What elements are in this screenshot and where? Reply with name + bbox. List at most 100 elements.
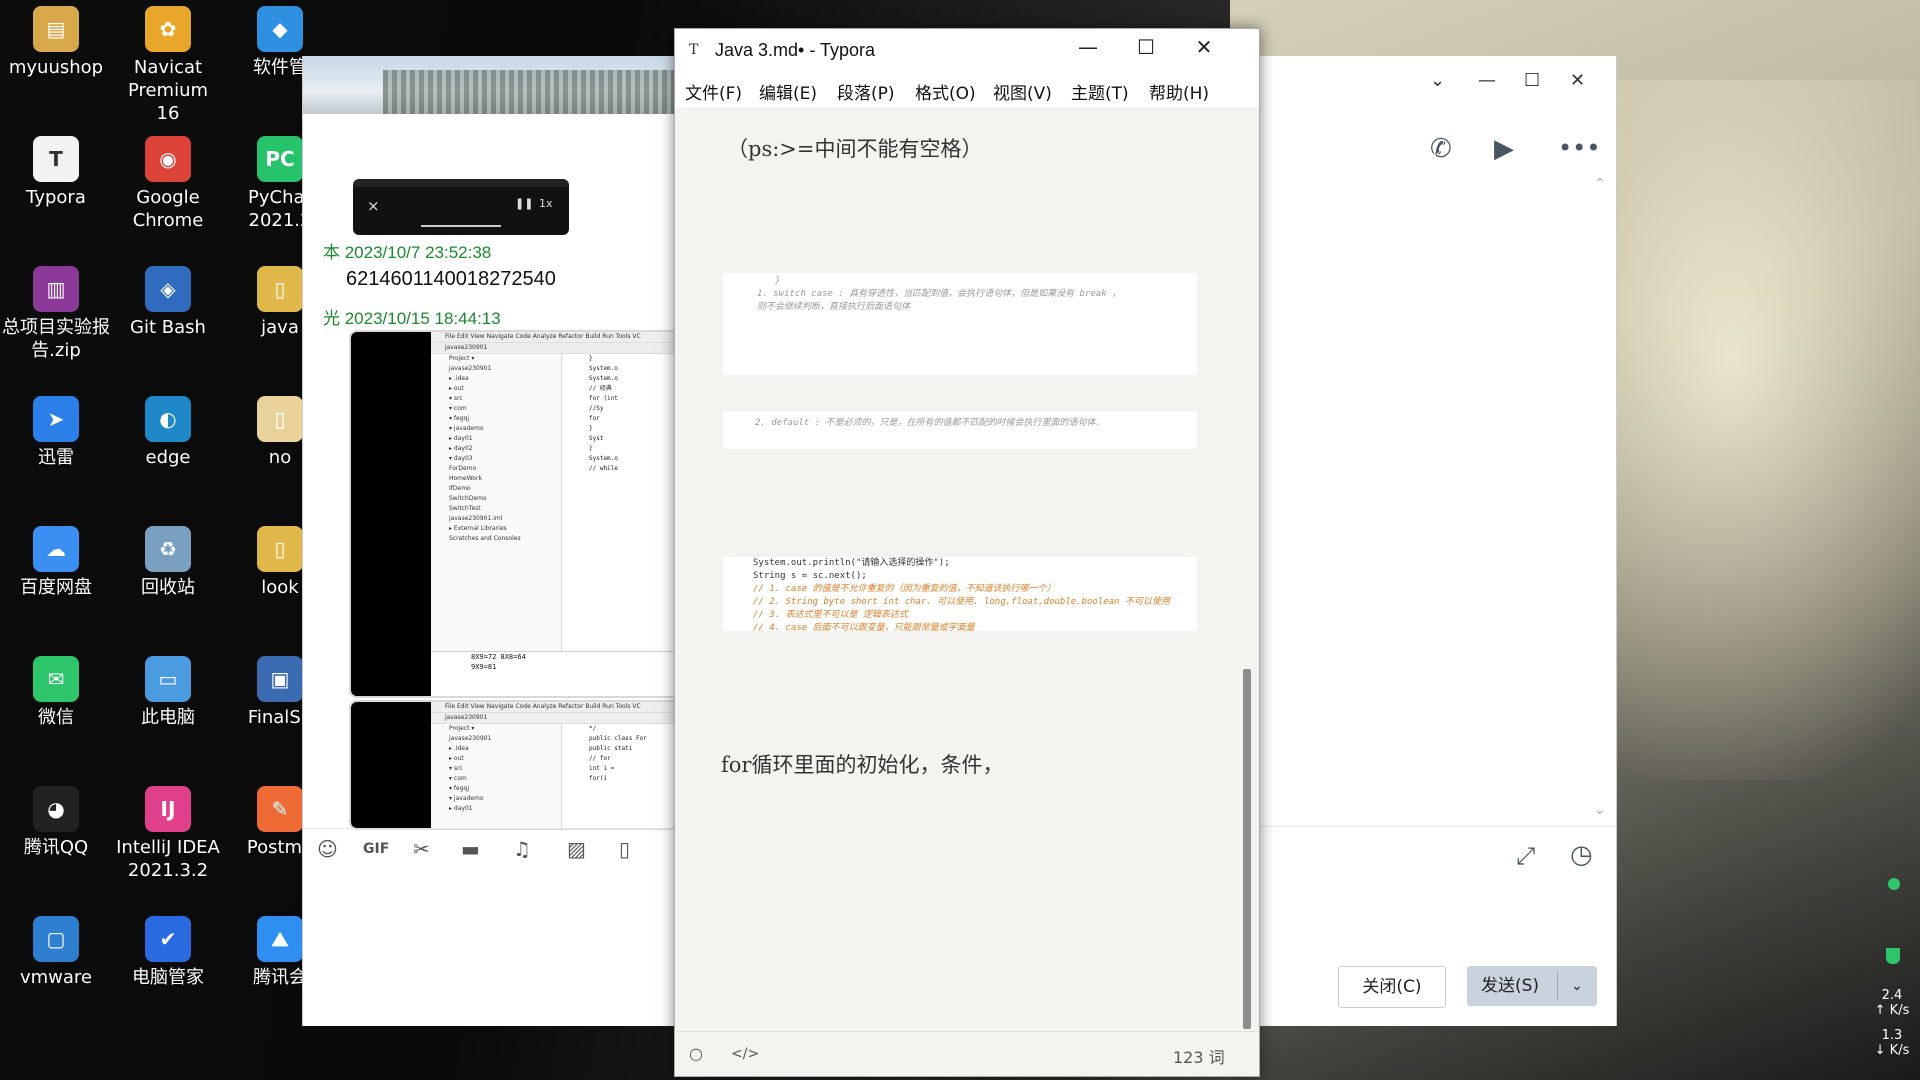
desktop-icon[interactable]: ✔ 电脑管家 — [114, 910, 222, 989]
typora-menu-item[interactable]: 视图(V) — [993, 79, 1052, 104]
line: ▸ day01 — [449, 805, 473, 812]
typora-minimize-icon[interactable]: — — [1063, 35, 1113, 59]
scroll-up-icon[interactable]: ⌃ — [1594, 176, 1606, 192]
typora-menu-item[interactable]: 文件(F) — [685, 79, 742, 104]
typora-document[interactable]: （ps:>=中间不能有空格） } 1. switch case : 具有穿透性，当… — [675, 107, 1245, 1057]
typora-statusbar: ○ </> 123 词 — [675, 1031, 1259, 1076]
close-icon[interactable]: ✕ — [1570, 70, 1585, 91]
image-icon[interactable]: ▨ — [567, 837, 586, 861]
line: // for — [589, 755, 611, 762]
typora-scrollbar[interactable] — [1243, 669, 1251, 1029]
source-mode-icon[interactable]: </> — [731, 1046, 759, 1062]
desktop-icon-label: IntelliJ IDEA 2021.3.2 — [116, 837, 220, 881]
chat-toolbar: ☺ GIF ✂ ▬ ♫ ▨ ▯ — [303, 828, 675, 869]
line: ▾ fegqj — [449, 415, 470, 422]
line: for — [589, 415, 600, 422]
screen-record-icon[interactable]: ▯ — [619, 837, 630, 861]
app-icon: ▥ — [33, 266, 79, 312]
doc-image-snip-3[interactable]: System.out.println("请输入选择的操作"); String s … — [723, 557, 1197, 633]
scroll-down-icon[interactable]: ⌄ — [1594, 802, 1606, 818]
desktop-icon[interactable]: ◐ edge — [114, 390, 222, 469]
line: 1. switch case : 具有穿透性，当匹配到值，会执行语句体，但是如果… — [757, 289, 1122, 299]
net-up-value: 2.4 — [1881, 988, 1903, 1003]
minimize-icon[interactable]: — — [1478, 70, 1496, 91]
maximize-icon[interactable]: ☐ — [1524, 70, 1540, 91]
desktop-icon[interactable]: ◉ Google Chrome — [114, 130, 222, 232]
ide2-code: */ public class For public stati // for i… — [563, 724, 677, 828]
expand-icon[interactable]: ⤢ — [1516, 842, 1535, 870]
speed-label[interactable]: 1x — [539, 197, 553, 210]
doc-paragraph-2: for循环里面的初始化，条件， — [721, 753, 1004, 777]
desktop-icon[interactable]: ◕ 腾讯QQ — [2, 780, 110, 859]
desktop-icon[interactable]: IJ IntelliJ IDEA 2021.3.2 — [114, 780, 222, 882]
line: ▸ .idea — [449, 375, 469, 382]
typora-menu-item[interactable]: 编辑(E) — [759, 79, 817, 104]
shield-icon — [1886, 948, 1900, 964]
pause-icon[interactable]: ❚❚ — [515, 197, 533, 210]
typora-maximize-icon[interactable]: ☐ — [1121, 35, 1171, 59]
doc-image-snip-2[interactable]: 2. default : 不是必须的，只是，在所有的值都不匹配的时候会执行里面的… — [723, 411, 1197, 449]
emoji-icon[interactable]: ☺ — [317, 837, 338, 861]
desktop-icon[interactable]: ☁ 百度网盘 — [2, 520, 110, 599]
music-icon[interactable]: ♫ — [513, 837, 531, 861]
chevron-down-icon[interactable]: ⌄ — [1430, 70, 1445, 91]
desktop-icon-label: 微信 — [38, 707, 74, 728]
desktop-icon[interactable]: ✉ 微信 — [2, 650, 110, 729]
line: String s = sc.next(); — [753, 571, 867, 581]
voice-call-icon[interactable]: ✆ — [1430, 134, 1452, 164]
typora-close-icon[interactable]: ✕ — [1179, 35, 1229, 59]
desktop-icon[interactable]: ♻ 回收站 — [114, 520, 222, 599]
folder-icon[interactable]: ▬ — [461, 837, 480, 861]
ide2-project: javase230901 — [431, 713, 677, 724]
app-icon: ✔ — [145, 916, 191, 962]
video-close-icon[interactable]: × — [367, 197, 380, 215]
desktop-icon[interactable]: T Typora — [2, 130, 110, 209]
image-message[interactable]: File Edit View Navigate Code Analyze Ref… — [349, 330, 679, 698]
app-icon: T — [33, 136, 79, 182]
video-call-icon[interactable]: ▶ — [1494, 134, 1514, 164]
outline-toggle-icon[interactable]: ○ — [689, 1044, 703, 1063]
desktop-icon-label: 百度网盘 — [20, 577, 92, 598]
history-icon[interactable]: ◷ — [1570, 840, 1593, 870]
close-button[interactable]: 关闭(C) — [1338, 966, 1446, 1008]
doc-image-snip-1[interactable]: } 1. switch case : 具有穿透性，当匹配到值，会执行语句体，但是如… — [723, 273, 1197, 375]
word-count[interactable]: 123 词 — [1173, 1044, 1225, 1068]
ide-menu: File Edit View Navigate Code Analyze Ref… — [431, 332, 677, 343]
desktop-icon-label: Typora — [26, 187, 86, 208]
app-icon: ◐ — [145, 396, 191, 442]
app-icon: ▯ — [257, 526, 303, 572]
ide-project: javase230901 — [431, 343, 677, 354]
line: public class For — [589, 735, 647, 742]
ide-screenshot-2: File Edit View Navigate Code Analyze Ref… — [431, 702, 677, 828]
desktop-icon[interactable]: ✿ Navicat Premium 16 — [114, 0, 222, 125]
desktop-icon-label: myuushop — [8, 57, 104, 78]
app-icon: IJ — [145, 786, 191, 832]
video-progress[interactable] — [421, 225, 501, 227]
desktop-icon-label: 迅雷 — [38, 447, 74, 468]
more-icon[interactable]: ••• — [1558, 134, 1600, 162]
desktop-icon[interactable]: ▤ myuushop — [2, 0, 110, 79]
typora-title: Java 3.md• - Typora — [715, 40, 876, 60]
net-up-unit: ↑ K/s — [1874, 1003, 1910, 1018]
snip2-line: 2. default : 不是必须的，只是，在所有的值都不匹配的时候会执行里面的… — [755, 418, 1101, 428]
app-icon: ▯ — [257, 396, 303, 442]
image-message-2[interactable]: File Edit View Navigate Code Analyze Ref… — [349, 700, 679, 830]
line: ▾ com — [449, 775, 467, 782]
line: Syst — [589, 435, 604, 442]
typora-menu-item[interactable]: 段落(P) — [837, 79, 895, 104]
desktop-icon[interactable]: ◈ Git Bash — [114, 260, 222, 339]
net-down-unit: ↓ K/s — [1874, 1043, 1910, 1058]
line: ▾ com — [449, 405, 467, 412]
desktop-icon[interactable]: ▢ vmware — [2, 910, 110, 989]
desktop-icon[interactable]: ➤ 迅雷 — [2, 390, 110, 469]
typora-menu-item[interactable]: 主题(T) — [1071, 79, 1129, 104]
send-button[interactable]: 发送(S) ⌄ — [1467, 966, 1597, 1006]
ide2-menu: File Edit View Navigate Code Analyze Ref… — [431, 702, 677, 713]
scissors-icon[interactable]: ✂ — [413, 837, 430, 861]
typora-menu-item[interactable]: 帮助(H) — [1149, 79, 1209, 104]
desktop-icon[interactable]: ▭ 此电脑 — [114, 650, 222, 729]
desktop-icon[interactable]: ▥ 总项目实验报 告.zip — [2, 260, 110, 362]
gif-icon[interactable]: GIF — [363, 841, 389, 857]
send-dropdown-icon[interactable]: ⌄ — [1571, 966, 1583, 1006]
typora-menu-item[interactable]: 格式(O) — [915, 79, 976, 104]
